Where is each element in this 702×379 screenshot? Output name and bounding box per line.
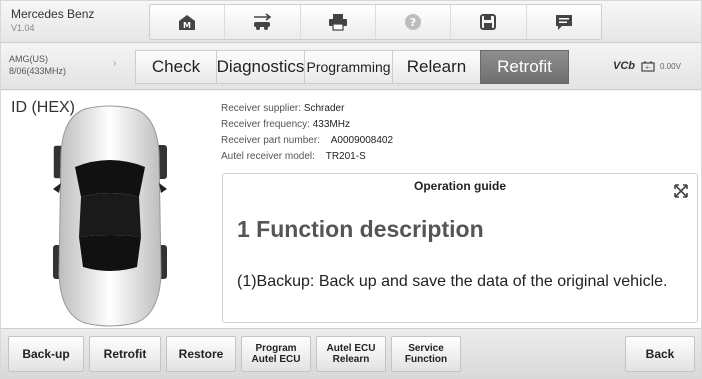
home-button[interactable]: M xyxy=(150,5,226,39)
vehicle-swap-button[interactable] xyxy=(225,5,301,39)
receiver-supplier-value: Schrader xyxy=(303,103,345,114)
battery-icon: + - xyxy=(641,61,655,72)
menu-bar: AMG(US) 8/06(433MHz) › Check Diagnostics… xyxy=(1,44,701,90)
guide-heading: 1 Function description xyxy=(237,216,484,242)
toolbar: M ? xyxy=(149,4,602,40)
receiver-frequency-row: Receiver frequency: 433MHz xyxy=(221,117,393,133)
vehicle-swap-icon xyxy=(254,13,272,30)
vci-status: VCb + - 0.00V xyxy=(613,60,681,72)
receiver-frequency-label: Receiver frequency: xyxy=(221,119,310,130)
help-button[interactable]: ? xyxy=(376,5,452,39)
back-up-button[interactable]: Back-up xyxy=(8,336,84,372)
save-button[interactable] xyxy=(451,5,527,39)
expand-icon[interactable] xyxy=(673,184,689,198)
svg-text:-: - xyxy=(649,65,651,71)
back-up-label: Back-up xyxy=(22,347,70,361)
receiver-model-row: Autel receiver model: TR201-S xyxy=(221,149,393,165)
vehicle-model: AMG(US) xyxy=(9,54,48,64)
home-icon: M xyxy=(179,15,196,30)
autel-ecu-relearn-line2: Relearn xyxy=(332,354,370,365)
device-info: Mercedes Benz V1.04 xyxy=(11,7,94,33)
receiver-frequency-value: 433MHz xyxy=(312,119,350,130)
app-window: Mercedes Benz V1.04 M ? AMG(US) 8/06(433… xyxy=(0,0,702,379)
message-button[interactable] xyxy=(527,5,601,39)
svg-text:M: M xyxy=(183,21,191,30)
svg-text:?: ? xyxy=(410,16,416,29)
restore-label: Restore xyxy=(178,347,224,361)
car-top-view-icon xyxy=(52,105,167,327)
device-version: V1.04 xyxy=(11,23,35,33)
program-autel-ecu-line2: Autel ECU xyxy=(251,354,301,365)
tab-diagnostics[interactable]: Diagnostics xyxy=(216,50,305,84)
vci-label: VCb xyxy=(613,60,635,72)
receiver-part-value: A0009008402 xyxy=(330,135,394,146)
help-icon: ? xyxy=(405,14,422,30)
device-name: Mercedes Benz xyxy=(11,7,95,21)
receiver-model-label: Autel receiver model: xyxy=(221,151,315,162)
service-function-button[interactable]: Service Function xyxy=(391,336,461,372)
receiver-part-row: Receiver part number: A0009008402 xyxy=(221,133,393,149)
tab-relearn[interactable]: Relearn xyxy=(392,50,481,84)
restore-button[interactable]: Restore xyxy=(166,336,236,372)
retrofit-button[interactable]: Retrofit xyxy=(89,336,161,372)
function-tabs: Check Diagnostics Programming Relearn Re… xyxy=(135,50,569,84)
vehicle-frequency: 8/06(433MHz) xyxy=(9,66,67,76)
service-function-line2: Function xyxy=(404,354,448,365)
tab-check[interactable]: Check xyxy=(135,50,217,84)
operation-guide-title: Operation guide xyxy=(413,179,506,193)
receiver-part-label: Receiver part number: xyxy=(221,135,320,146)
guide-body-text: (1)Backup: Back up and save the data of … xyxy=(237,273,668,290)
back-label: Back xyxy=(645,347,675,361)
service-function-line1: Service xyxy=(408,343,444,354)
top-bar: Mercedes Benz V1.04 M ? xyxy=(1,1,701,43)
print-icon xyxy=(328,14,347,31)
tab-retrofit[interactable]: Retrofit xyxy=(480,50,569,84)
program-autel-ecu-button[interactable]: Program Autel ECU xyxy=(241,336,311,372)
operation-guide-panel[interactable]: Operation guide 1 Function description (… xyxy=(222,173,698,323)
bottom-bar: Back-up Retrofit Restore Program Autel E… xyxy=(1,328,701,378)
message-icon xyxy=(555,15,572,30)
receiver-info: Receiver supplier: Schrader Receiver fre… xyxy=(221,101,393,165)
receiver-supplier-row: Receiver supplier: Schrader xyxy=(221,101,393,117)
autel-ecu-relearn-button[interactable]: Autel ECU Relearn xyxy=(316,336,386,372)
autel-ecu-relearn-line1: Autel ECU xyxy=(326,343,376,354)
chevron-right-icon[interactable]: › xyxy=(113,58,116,69)
back-button[interactable]: Back xyxy=(625,336,695,372)
vehicle-info[interactable]: AMG(US) 8/06(433MHz) xyxy=(9,54,66,76)
receiver-supplier-label: Receiver supplier: xyxy=(221,103,302,114)
retrofit-label: Retrofit xyxy=(103,347,147,361)
program-autel-ecu-line1: Program xyxy=(255,343,297,354)
main-content: ID (HEX) Receiver supplier: Schrader Rec… xyxy=(1,91,701,328)
tab-programming[interactable]: Programming xyxy=(304,50,393,84)
receiver-model-value: TR201-S xyxy=(325,151,366,162)
voltage-readout: 0.00V xyxy=(660,61,681,71)
print-button[interactable] xyxy=(301,5,376,39)
save-icon xyxy=(480,14,497,30)
